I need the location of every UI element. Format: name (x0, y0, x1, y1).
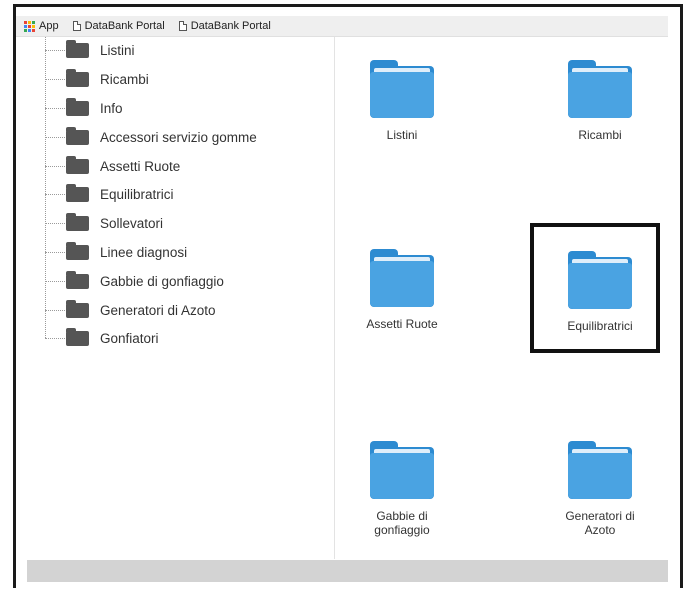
tree-item-label: Assetti Ruote (100, 158, 181, 174)
folder-icon (66, 299, 89, 318)
status-bar (27, 560, 668, 582)
folder-label: Generatori di Azoto (565, 509, 635, 537)
tree-item-equilibratrici[interactable]: Equilibratrici (45, 182, 174, 206)
folder-tree: Listini Ricambi Info Accessori servizio … (16, 37, 335, 559)
bookmarks-bar: App DataBank Portal DataBank Portal (16, 16, 668, 37)
tree-item-label: Accessori servizio gomme (100, 129, 257, 145)
tree-item-label: Equilibratrici (100, 186, 174, 202)
folder-icon (66, 183, 89, 202)
bookmark-label: DataBank Portal (84, 20, 165, 32)
folder-icon (370, 441, 434, 499)
folder-label: Assetti Ruote (366, 317, 438, 331)
grid-folder-assetti-ruote[interactable]: Assetti Ruote (332, 249, 472, 331)
folder-icon (66, 212, 89, 231)
folder-label: Gabbie di gonfiaggio (374, 509, 430, 537)
tree-item-label: Linee diagnosi (100, 244, 188, 260)
folder-label: Ricambi (578, 128, 622, 142)
tree-item-gabbie-di-gonfiaggio[interactable]: Gabbie di gonfiaggio (45, 269, 224, 293)
tree-item-accessori-servizio-gomme[interactable]: Accessori servizio gomme (45, 125, 257, 149)
folder-icon (370, 249, 434, 307)
page-icon (178, 21, 187, 31)
folder-icon (66, 126, 89, 145)
tree-item-linee-diagnosi[interactable]: Linee diagnosi (45, 240, 187, 264)
folder-icon (568, 60, 632, 118)
grid-folder-ricambi[interactable]: Ricambi (530, 60, 670, 142)
folder-icon (66, 68, 89, 87)
folder-icon (66, 241, 89, 260)
tree-item-label: Sollevatori (100, 215, 164, 231)
tree-item-label: Gabbie di gonfiaggio (100, 273, 224, 289)
grid-folder-gabbie-di-gonfiaggio[interactable]: Gabbie di gonfiaggio (332, 441, 472, 537)
grid-folder-listini[interactable]: Listini (332, 60, 472, 142)
tree-item-label: Listini (100, 42, 135, 58)
tree-item-sollevatori[interactable]: Sollevatori (45, 211, 163, 235)
folder-label: Listini (386, 128, 418, 142)
bookmark-databank-portal-2[interactable]: DataBank Portal (173, 20, 271, 32)
apps-label: App (39, 20, 59, 32)
tree-item-gonfiatori[interactable]: Gonfiatori (45, 326, 159, 350)
bookmark-databank-portal-1[interactable]: DataBank Portal (67, 20, 165, 32)
tree-item-label: Ricambi (100, 71, 149, 87)
grid-folder-generatori-di-azoto[interactable]: Generatori di Azoto (530, 441, 670, 537)
apps-bookmark[interactable]: App (24, 20, 59, 32)
tree-item-assetti-ruote[interactable]: Assetti Ruote (45, 154, 180, 178)
bookmark-label: DataBank Portal (190, 20, 271, 32)
selection-highlight (530, 223, 660, 353)
folder-icon (66, 97, 89, 116)
tree-item-ricambi[interactable]: Ricambi (45, 67, 149, 91)
tree-item-info[interactable]: Info (45, 96, 123, 120)
tree-item-listini[interactable]: Listini (45, 38, 135, 62)
tree-item-label: Generatori di Azoto (100, 302, 216, 318)
folder-icon (66, 155, 89, 174)
apps-grid-icon (24, 20, 35, 32)
tree-item-generatori-di-azoto[interactable]: Generatori di Azoto (45, 298, 216, 322)
tree-item-label: Info (100, 100, 123, 116)
folder-icon (370, 60, 434, 118)
folder-icon (66, 270, 89, 289)
folder-icon (66, 327, 89, 346)
folder-icon (568, 441, 632, 499)
tree-item-label: Gonfiatori (100, 330, 159, 346)
page-icon (72, 21, 81, 31)
folder-icon (66, 39, 89, 58)
